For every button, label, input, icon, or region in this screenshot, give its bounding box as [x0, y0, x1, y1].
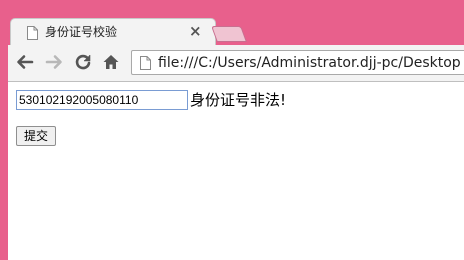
arrow-right-icon[interactable]: [45, 53, 63, 71]
home-icon[interactable]: [102, 53, 120, 71]
submit-button[interactable]: 提交: [16, 126, 57, 146]
browser-toolbar: file:///C:/Users/Administrator.djj-pc/De…: [8, 45, 464, 82]
page-icon: [27, 25, 38, 40]
validation-error-message: 身份证号非法!: [190, 91, 287, 109]
page-icon: [140, 55, 151, 70]
reload-icon[interactable]: [74, 53, 92, 71]
new-tab-button[interactable]: [211, 26, 247, 42]
browser-tab[interactable]: 身份证号校验 ×: [10, 18, 216, 45]
tab-close-icon[interactable]: ×: [189, 23, 202, 39]
address-bar[interactable]: file:///C:/Users/Administrator.djj-pc/De…: [131, 50, 464, 75]
tab-title: 身份证号校验: [45, 25, 118, 39]
arrow-left-icon[interactable]: [16, 53, 34, 71]
id-number-input[interactable]: [16, 90, 188, 110]
url-text[interactable]: file:///C:/Users/Administrator.djj-pc/De…: [158, 54, 461, 72]
page-content: 身份证号非法! 提交: [8, 82, 464, 260]
